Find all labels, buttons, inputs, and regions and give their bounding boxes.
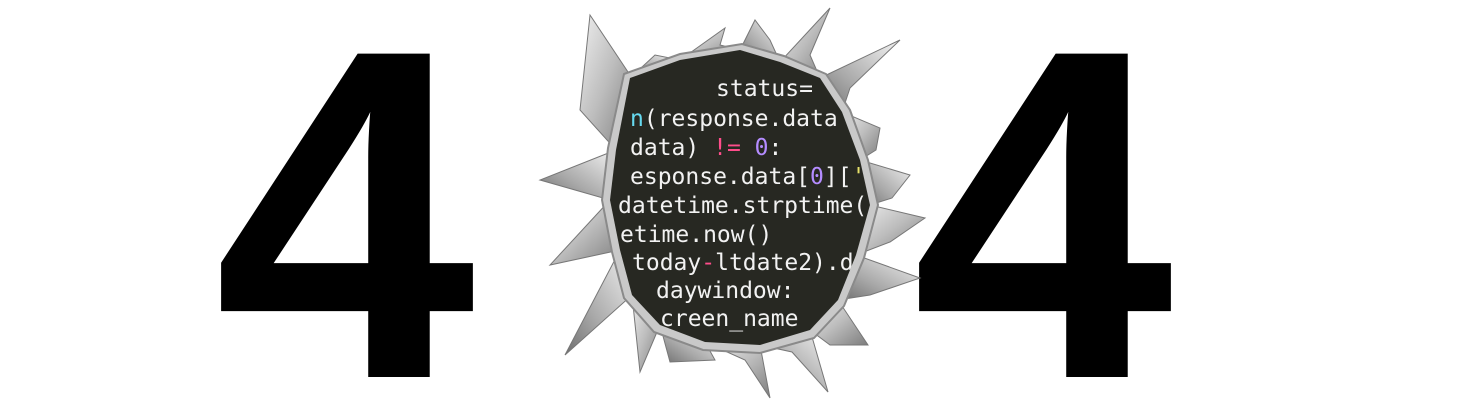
code-line: data) != 0:: [630, 135, 782, 161]
code-line: today-ltdate2).da: [632, 250, 867, 276]
code-line: status=: [716, 76, 813, 102]
code-line: n(response.data: [630, 106, 838, 132]
code-line: datetime.strptime(: [618, 193, 867, 219]
error-digit-left: 4: [214, 0, 476, 409]
code-line: daywindow:: [656, 278, 794, 304]
cracked-hole-graphic: status= n(response.data data) != 0: espo…: [538, 7, 927, 399]
code-line: creen_name: [660, 306, 798, 332]
broken-wall-hole: status= n(response.data data) != 0: espo…: [520, 0, 950, 409]
error-digit-right: 4: [912, 0, 1174, 409]
error-404-illustration: 4 4 status= n(response.data data) != 0: …: [0, 0, 1462, 409]
code-line: etime.now(): [620, 222, 772, 248]
code-line: esponse.data[0]['cr: [630, 164, 893, 190]
